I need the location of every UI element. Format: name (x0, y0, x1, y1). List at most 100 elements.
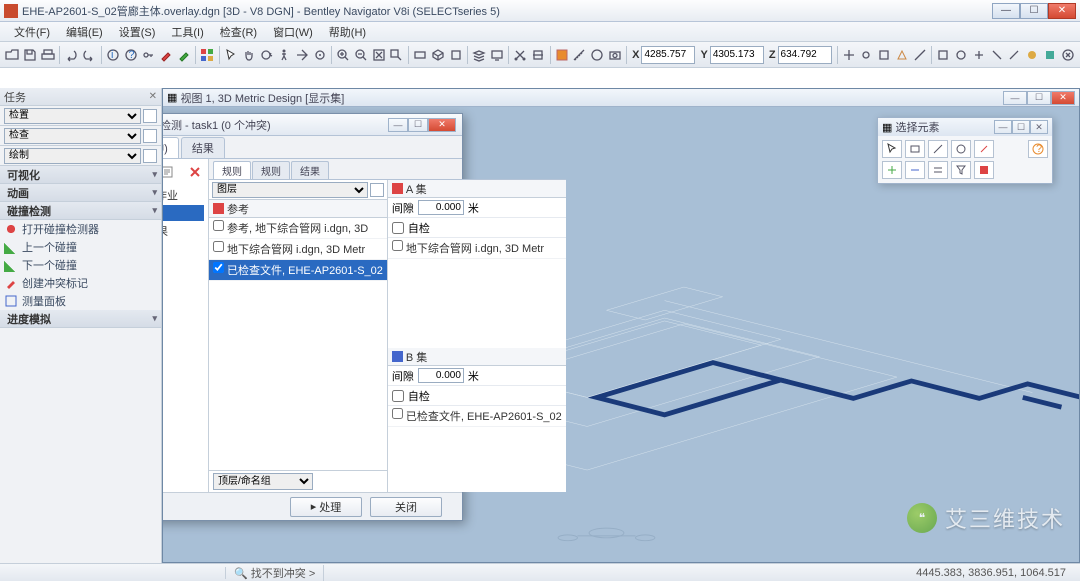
snap-icon[interactable] (840, 45, 857, 65)
pal-select-icon[interactable] (882, 140, 902, 158)
camera-icon[interactable] (607, 45, 624, 65)
selfcheck-b[interactable] (392, 390, 404, 402)
dropdown-icon[interactable] (143, 109, 157, 123)
extra3-icon[interactable] (970, 45, 987, 65)
display-icon[interactable] (488, 45, 505, 65)
print-icon[interactable] (40, 45, 57, 65)
redo-icon[interactable] (81, 45, 98, 65)
pal-clear-icon[interactable] (974, 161, 994, 179)
extra1-icon[interactable] (935, 45, 952, 65)
task-select2-input[interactable]: 检查 (4, 128, 141, 144)
info-icon[interactable]: i (104, 45, 121, 65)
save-icon[interactable] (22, 45, 39, 65)
rotate-icon[interactable] (258, 45, 275, 65)
subtab-result[interactable]: 结果 (291, 161, 329, 179)
menu-settings[interactable]: 设置(S) (111, 22, 164, 42)
highlight-icon[interactable] (175, 45, 192, 65)
coord-y-input[interactable] (710, 46, 764, 64)
close-button[interactable]: ✕ (1048, 3, 1076, 19)
process-button[interactable]: ▸处理 (290, 497, 362, 517)
tolerance-a-input[interactable] (418, 200, 464, 215)
fly-icon[interactable] (294, 45, 311, 65)
menu-file[interactable]: 文件(F) (6, 22, 58, 42)
pal-rect-icon[interactable] (905, 140, 925, 158)
task-group-clash[interactable]: 碰撞检测 (0, 202, 161, 220)
layers-icon[interactable] (471, 45, 488, 65)
pal-slash-icon[interactable] (974, 140, 994, 158)
checkbox[interactable] (213, 220, 224, 231)
extra6-icon[interactable] (1024, 45, 1041, 65)
pal-filter-icon[interactable] (951, 161, 971, 179)
col-btn-icon[interactable] (370, 183, 384, 197)
list-item[interactable]: 地下综合管网 i.dgn, 3D Metr (209, 239, 387, 260)
pal-toggle-icon[interactable] (928, 161, 948, 179)
clip-icon[interactable] (512, 45, 529, 65)
vp-maximize-icon[interactable]: ☐ (1027, 91, 1051, 105)
menu-edit[interactable]: 编辑(E) (58, 22, 111, 42)
dropdown-icon[interactable] (143, 129, 157, 143)
pal-help-icon[interactable]: ? (1028, 140, 1048, 158)
checkbox[interactable] (213, 241, 224, 252)
target-icon[interactable] (311, 45, 328, 65)
pal-add-icon[interactable] (882, 161, 902, 179)
menu-help[interactable]: 帮助(H) (321, 22, 374, 42)
source-type-select[interactable]: 图层 (212, 182, 368, 198)
dlg-close-icon[interactable]: ✕ (428, 118, 456, 132)
snap5-icon[interactable] (911, 45, 928, 65)
menu-review[interactable]: 检查(R) (212, 22, 265, 42)
view-front-icon[interactable] (447, 45, 464, 65)
measure-icon[interactable] (571, 45, 588, 65)
maximize-button[interactable]: ☐ (1020, 3, 1048, 19)
pal-line-icon[interactable] (928, 140, 948, 158)
task-prev-clash[interactable]: 上一个碰撞 (0, 238, 161, 256)
list-item[interactable]: 已检查文件, EHE-AP2601-S_02 (388, 406, 566, 427)
task-create-mark[interactable]: 创建冲突标记 (0, 274, 161, 292)
list-item[interactable]: 地下综合管网 i.dgn, 3D Metr (388, 238, 566, 259)
zoom-window-icon[interactable] (388, 45, 405, 65)
task-measure-panel[interactable]: 测量面板 (0, 292, 161, 310)
task-select1-input[interactable]: 检置 (4, 108, 141, 124)
pal-sub-icon[interactable] (905, 161, 925, 179)
markup-icon[interactable] (589, 45, 606, 65)
view-iso-icon[interactable] (429, 45, 446, 65)
tolerance-b-input[interactable] (418, 368, 464, 383)
palette-min-icon[interactable]: — (994, 120, 1012, 134)
close-dialog-button[interactable]: 关闭 (370, 497, 442, 517)
subtab-rules[interactable]: 规则 (252, 161, 290, 179)
palette-pin-icon[interactable]: ☐ (1012, 120, 1030, 134)
extra2-icon[interactable] (953, 45, 970, 65)
tab-result[interactable]: 结果 (181, 137, 225, 158)
grid-icon[interactable] (199, 45, 216, 65)
zoom-fit-icon[interactable] (370, 45, 387, 65)
tree-result[interactable]: 结果 (163, 221, 204, 241)
task-group-sim[interactable]: 进度模拟 (0, 310, 161, 328)
open-icon[interactable] (4, 45, 21, 65)
dropdown-icon[interactable] (143, 149, 157, 163)
menu-tools[interactable]: 工具(I) (163, 22, 211, 42)
extra8-icon[interactable] (1059, 45, 1076, 65)
dlg-max-icon[interactable]: ☐ (408, 118, 428, 132)
snap3-icon[interactable] (876, 45, 893, 65)
menu-window[interactable]: 窗口(W) (265, 22, 321, 42)
delete-job-icon[interactable] (186, 163, 204, 181)
review-icon[interactable] (553, 45, 570, 65)
select-palette[interactable]: ▦ 选择元素 — ☐ ✕ ? (877, 117, 1053, 184)
task-group-anim[interactable]: 动画 (0, 184, 161, 202)
task-next-clash[interactable]: 下一个碰撞 (0, 256, 161, 274)
clash-dialog[interactable]: ▦ 碰撞检测 - task1 (0 个冲突) — ☐ ✕ 作业(J) 结果 (163, 113, 463, 521)
snap4-icon[interactable] (894, 45, 911, 65)
coord-x-input[interactable] (641, 46, 695, 64)
view-top-icon[interactable] (412, 45, 429, 65)
undo-icon[interactable] (63, 45, 80, 65)
tree-task1[interactable]: task1 (163, 205, 204, 221)
palette-close-icon[interactable]: ✕ (1030, 120, 1048, 134)
select-icon[interactable] (223, 45, 240, 65)
key-icon[interactable] (140, 45, 157, 65)
checkbox[interactable] (392, 240, 403, 251)
vp-close-icon[interactable]: ✕ (1051, 91, 1075, 105)
help-icon[interactable]: ? (122, 45, 139, 65)
extra4-icon[interactable] (988, 45, 1005, 65)
snap2-icon[interactable] (858, 45, 875, 65)
dlg-min-icon[interactable]: — (388, 118, 408, 132)
checkbox[interactable] (213, 262, 224, 273)
